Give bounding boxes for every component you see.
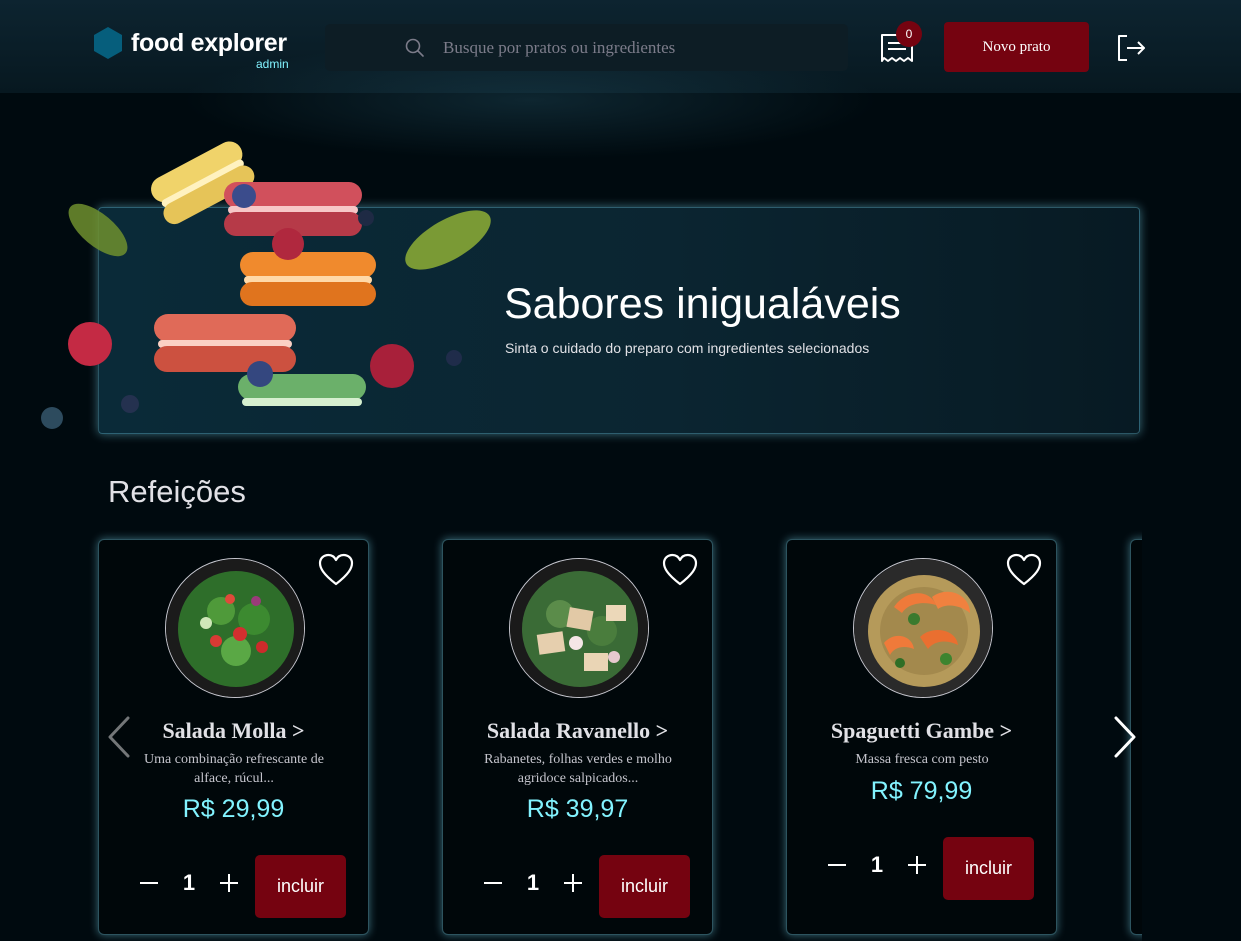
quantity-stepper: 1 [825, 852, 929, 878]
dish-card[interactable]: Salada Ravanello > Rabanetes, folhas ver… [442, 539, 713, 935]
heart-icon[interactable] [1006, 553, 1042, 587]
dish-description: Rabanetes, folhas verdes e molho agridoc… [484, 752, 672, 786]
hexagon-logo-icon [94, 27, 122, 59]
dish-image[interactable] [165, 558, 305, 698]
heart-icon[interactable] [662, 553, 698, 587]
search-input[interactable] [443, 37, 843, 58]
include-button[interactable]: incluir [943, 837, 1034, 900]
dish-description: Uma combinação refrescante de alface, rú… [144, 752, 324, 786]
sign-out-icon[interactable] [1116, 33, 1146, 63]
section-title-meals: Refeições [108, 474, 246, 509]
dish-price: R$ 39,97 [526, 795, 629, 823]
dish-name[interactable]: Salada Molla > [99, 718, 368, 744]
minus-icon[interactable] [481, 871, 505, 895]
heart-icon[interactable] [318, 553, 354, 587]
macarons-illustration [41, 141, 491, 429]
admin-label: admin [256, 57, 289, 71]
quantity-value: 1 [870, 852, 884, 877]
search-icon [405, 38, 424, 57]
dish-name[interactable]: Spaguetti Gambe > [787, 718, 1056, 744]
minus-icon[interactable] [137, 871, 161, 895]
dish-name[interactable]: Salada Ravanello > [443, 718, 712, 744]
include-button[interactable]: incluir [255, 855, 346, 918]
chevron-right-icon[interactable] [1110, 715, 1140, 759]
quantity-stepper: 1 [137, 870, 241, 896]
dish-image[interactable] [509, 558, 649, 698]
quantity-value: 1 [526, 870, 540, 895]
hero-title: Sabores inigualáveis [504, 280, 901, 328]
brand-logo[interactable]: food explorer [93, 26, 287, 60]
carousel-fade [1142, 530, 1241, 941]
dish-price: R$ 79,99 [870, 777, 973, 805]
plus-icon[interactable] [561, 871, 585, 895]
include-button[interactable]: incluir [599, 855, 690, 918]
new-dish-button[interactable]: Novo prato [944, 22, 1089, 72]
orders-count-badge: 0 [896, 21, 922, 47]
dish-description: Massa fresca com pesto [855, 752, 989, 767]
dish-card[interactable]: Spaguetti Gambe > Massa fresca com pesto… [786, 539, 1057, 935]
dish-price: R$ 29,99 [182, 795, 285, 823]
plus-icon[interactable] [905, 853, 929, 877]
quantity-stepper: 1 [481, 870, 585, 896]
dish-card[interactable]: Salada Molla > Uma combinação refrescant… [98, 539, 369, 935]
minus-icon[interactable] [825, 853, 849, 877]
brand-name: food explorer [131, 28, 287, 57]
hero-subtitle: Sinta o cuidado do preparo com ingredien… [505, 340, 870, 356]
quantity-value: 1 [182, 870, 196, 895]
plus-icon[interactable] [217, 871, 241, 895]
chevron-left-icon[interactable] [104, 715, 134, 759]
dish-image[interactable] [853, 558, 993, 698]
search-bar[interactable] [325, 24, 848, 71]
